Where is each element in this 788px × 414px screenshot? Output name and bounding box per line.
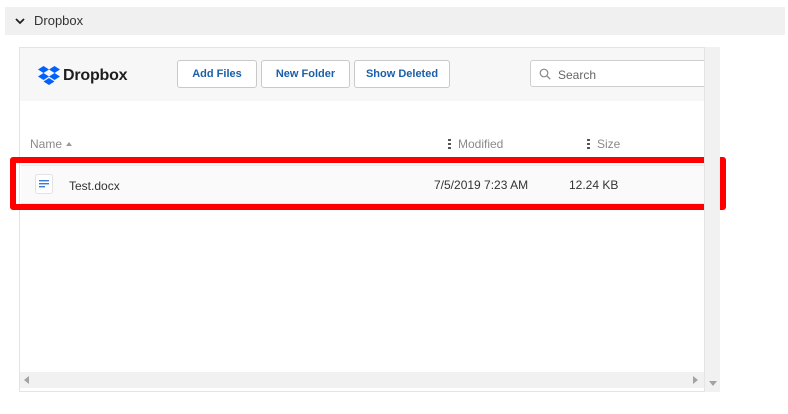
column-name-label: Name xyxy=(30,137,63,151)
scroll-left-arrow-icon[interactable] xyxy=(24,376,29,384)
horizontal-scrollbar[interactable] xyxy=(20,372,704,388)
dropbox-toolbar: Dropbox Add Files New Folder Show Delete… xyxy=(20,48,717,101)
file-row[interactable]: Test.docx 7/5/2019 7:23 AM 12.24 KB xyxy=(21,165,704,204)
section-header-dropbox[interactable]: Dropbox xyxy=(5,7,785,35)
search-icon xyxy=(539,68,551,80)
logo-text: Dropbox xyxy=(63,66,128,84)
search-box[interactable] xyxy=(530,60,717,87)
sort-ascending-icon xyxy=(66,142,73,146)
file-modified: 7/5/2019 7:23 AM xyxy=(434,178,529,192)
section-title: Dropbox xyxy=(34,13,84,28)
scroll-right-arrow-icon[interactable] xyxy=(693,376,698,384)
column-header-modified[interactable]: Modified xyxy=(448,137,503,151)
scroll-down-arrow-icon[interactable] xyxy=(709,381,717,386)
column-modified-label: Modified xyxy=(458,137,504,151)
new-folder-button[interactable]: New Folder xyxy=(261,60,350,88)
kebab-icon[interactable] xyxy=(448,139,451,149)
search-input[interactable] xyxy=(556,64,715,85)
column-header-name[interactable]: Name xyxy=(30,137,73,151)
chevron-down-icon[interactable] xyxy=(14,15,26,27)
document-icon xyxy=(35,174,53,194)
add-files-button[interactable]: Add Files xyxy=(177,60,257,88)
column-size-label: Size xyxy=(597,137,621,151)
file-name[interactable]: Test.docx xyxy=(69,179,120,193)
dropbox-logo: Dropbox xyxy=(38,66,128,85)
dropbox-logo-icon xyxy=(38,66,60,85)
vertical-scrollbar[interactable] xyxy=(704,47,720,392)
column-header-size[interactable]: Size xyxy=(587,137,620,151)
kebab-icon[interactable] xyxy=(587,139,590,149)
file-size: 12.24 KB xyxy=(569,178,619,192)
show-deleted-button[interactable]: Show Deleted xyxy=(354,60,450,88)
